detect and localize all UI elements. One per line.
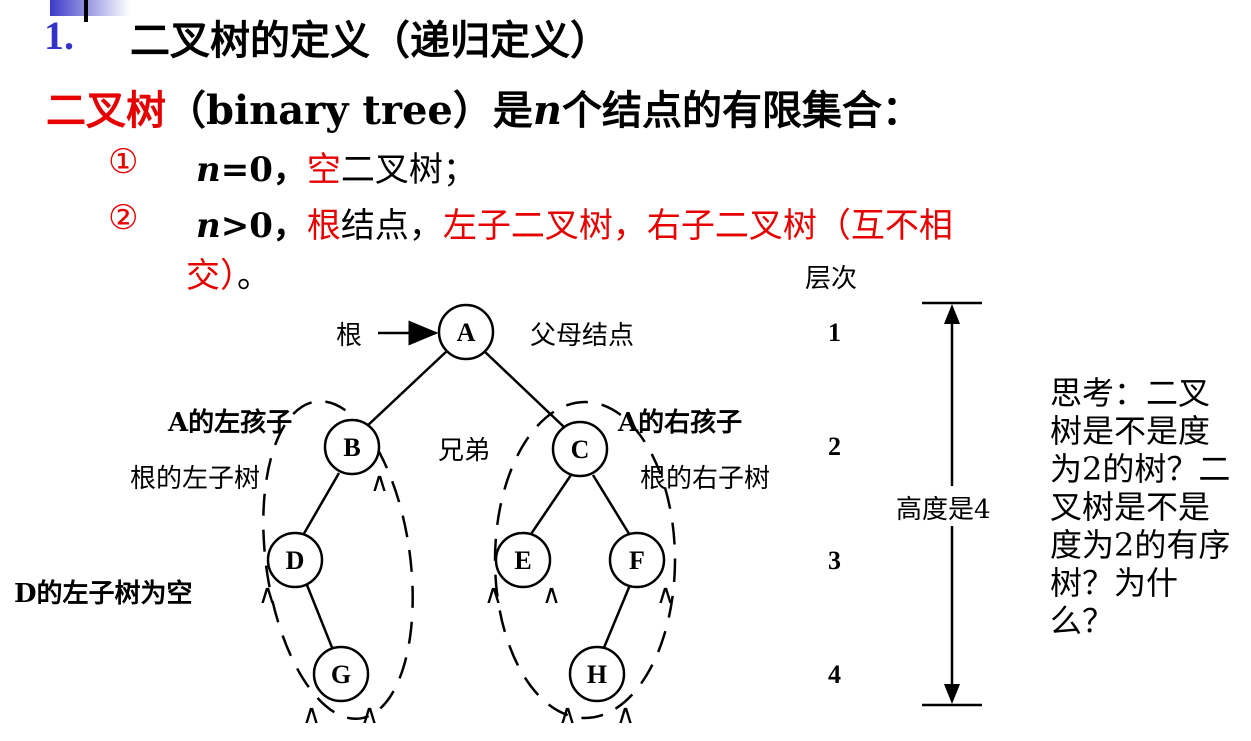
null-mark-d-left: ∧: [258, 580, 278, 610]
label-a-right-child: A的右孩子: [618, 408, 743, 438]
node-b: B: [323, 418, 381, 476]
level-1: 1: [828, 318, 841, 347]
node-a: A: [437, 303, 495, 361]
label-root-right-subtree: 根的右子树: [640, 464, 771, 494]
null-mark-b-right: ∧: [370, 468, 390, 498]
label-d-left-empty: D的左子树为空: [14, 579, 193, 609]
level-4: 4: [828, 660, 841, 689]
node-f: F: [608, 531, 666, 589]
null-mark-f-right: ∧: [656, 580, 676, 610]
node-d: D: [266, 531, 324, 589]
null-mark-e-left: ∧: [484, 580, 504, 610]
level-3: 3: [828, 546, 841, 575]
null-mark-e-right: ∧: [542, 580, 562, 610]
label-root: 根: [336, 321, 363, 351]
level-2: 2: [828, 432, 841, 461]
node-g: G: [312, 645, 370, 703]
svg-text:F: F: [629, 546, 645, 575]
svg-text:E: E: [514, 546, 531, 575]
height-label: 高度是4: [896, 489, 991, 526]
node-h: H: [568, 645, 626, 703]
svg-text:G: G: [331, 660, 351, 689]
node-e: E: [494, 531, 552, 589]
null-mark-h-left: ∧: [558, 700, 578, 730]
label-root-left-subtree: 根的左子树: [130, 464, 261, 494]
null-mark-h-right: ∧: [616, 700, 636, 730]
level-header: 层次: [805, 264, 858, 294]
svg-text:A: A: [457, 318, 476, 347]
label-a-left-child: A的左孩子: [168, 408, 293, 438]
thinking-question: 思考：二叉树是不是度为2的树？二叉树是不是度为2的有序树？为什么？: [1050, 374, 1231, 640]
null-mark-g-right: ∧: [360, 700, 380, 730]
null-mark-g-left: ∧: [302, 700, 322, 730]
label-sibling: 兄弟: [438, 436, 491, 466]
label-parent: 父母结点: [530, 321, 635, 351]
svg-text:C: C: [571, 435, 590, 464]
svg-text:D: D: [286, 546, 305, 575]
svg-text:H: H: [587, 660, 607, 689]
svg-text:B: B: [343, 433, 360, 462]
tree-edges: [300, 349, 633, 651]
node-c: C: [551, 420, 609, 478]
